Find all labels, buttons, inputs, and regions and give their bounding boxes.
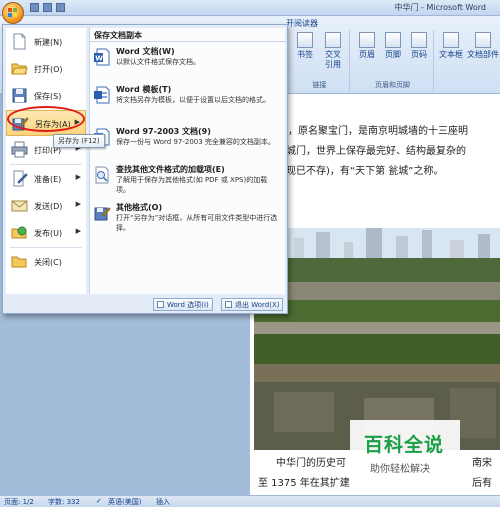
- menu-item-open[interactable]: 打开(O): [6, 56, 86, 82]
- bookmark-icon: [297, 32, 313, 48]
- quick-access-toolbar[interactable]: [30, 3, 65, 12]
- save-icon: [12, 88, 27, 103]
- body-line-3: 门（现已不存)，有“天下第 瓮城”之称。: [266, 166, 444, 177]
- office-button[interactable]: [2, 2, 24, 24]
- ribbon-group-links: 书签 交叉 引用 链接: [290, 30, 350, 92]
- window-title: 中华门 - Microsoft Word: [394, 3, 486, 12]
- cross-reference-button[interactable]: 交叉 引用: [320, 32, 346, 70]
- watermark-baike: 百科全说 助你轻松解决: [350, 420, 460, 482]
- ribbon-group-text: 文本框 文档部件: [436, 30, 500, 92]
- office-menu: 新建(N) 打开(O) 保存(S) 另存为(A) ▶ 打印(P) ▶ 准备(E)…: [2, 24, 288, 314]
- bookmark-button[interactable]: 书签: [292, 32, 318, 60]
- menu-item-prepare[interactable]: 准备(E) ▶: [6, 166, 86, 192]
- word-template-icon: [94, 86, 110, 104]
- office-menu-commands: 新建(N) 打开(O) 保存(S) 另存为(A) ▶ 打印(P) ▶ 准备(E)…: [6, 28, 86, 294]
- status-bar: 页面: 1/2 字数: 332 ✓ 英语(美国) 插入: [0, 495, 500, 507]
- publish-icon: [11, 226, 27, 239]
- exit-icon: [225, 301, 232, 308]
- status-language[interactable]: 英语(美国): [108, 497, 141, 507]
- qat-customize-icon[interactable]: [56, 3, 65, 12]
- qat-save-icon[interactable]: [30, 3, 39, 12]
- save-option-find-addins[interactable]: 查找其他文件格式的加载项(E) 了解用于保存为其他格式(如 PDF 或 XPS)…: [90, 164, 286, 200]
- body-line-2: 大的城门，世界上保存最完好、结构最复杂的: [266, 146, 466, 157]
- ribbon-tab-reader[interactable]: 开阅读器: [286, 18, 318, 29]
- page-number-button[interactable]: 页码: [406, 32, 432, 60]
- watermark-subtitle: 助你轻松解决: [370, 464, 430, 475]
- textbox-button[interactable]: 文本框: [438, 32, 464, 60]
- office-logo-icon: [8, 8, 17, 17]
- menu-separator: [10, 164, 82, 165]
- status-insert-mode[interactable]: 插入: [156, 497, 170, 507]
- save-as-submenu: 保存文档副本 W Word 文档(W) 以默认文件格式保存文档。 Word 模板…: [89, 28, 286, 294]
- textbox-icon: [443, 32, 459, 48]
- menu-item-publish[interactable]: 发布(U) ▶: [6, 220, 86, 246]
- save-option-word-document[interactable]: W Word 文档(W) 以默认文件格式保存文档。: [90, 46, 286, 82]
- header-icon: [359, 32, 375, 48]
- menu-item-new[interactable]: 新建(N): [6, 29, 86, 55]
- save-option-other-formats[interactable]: 其他格式(O) 打开“另存为”对话框，从所有可用文件类型中进行选择。: [90, 202, 286, 240]
- send-icon: [11, 200, 28, 212]
- body-fragment-right-1: 南宋: [472, 458, 492, 469]
- close-document-icon: [11, 256, 27, 268]
- save-as-tooltip: 另存为 (F12): [53, 134, 105, 148]
- body-line-1: 华门，原名聚宝门，是南京明城墙的十三座明: [268, 126, 468, 137]
- cross-reference-icon: [325, 32, 341, 48]
- submenu-arrow-icon: ▶: [75, 227, 81, 235]
- document-parts-icon: [475, 32, 491, 48]
- submenu-arrow-icon: ▶: [75, 200, 81, 208]
- office-menu-footer: Word 选项(I) 退出 Word(X): [89, 296, 285, 312]
- menu-item-close[interactable]: 关闭(C): [6, 249, 86, 275]
- watermark-title: 百科全说: [364, 434, 445, 456]
- document-parts-button[interactable]: 文档部件: [466, 32, 500, 60]
- qat-undo-icon[interactable]: [43, 3, 52, 12]
- svg-text:W: W: [95, 54, 103, 62]
- submenu-heading: 保存文档副本: [90, 28, 286, 42]
- word-document-icon: W: [94, 48, 110, 66]
- addins-search-icon: [95, 166, 109, 184]
- menu-separator: [10, 247, 82, 248]
- options-icon: [157, 301, 164, 308]
- save-option-word-97-2003[interactable]: W Word 97-2003 文档(9) 保存一份与 Word 97-2003 …: [90, 126, 286, 162]
- status-proofing-icon[interactable]: ✓: [96, 497, 102, 505]
- other-formats-icon: [94, 207, 111, 221]
- new-document-icon: [13, 33, 26, 50]
- body-fragment-right-2: 后有: [472, 478, 492, 489]
- body-line-4: 中华门的历史可: [276, 458, 346, 469]
- page-number-icon: [411, 32, 427, 48]
- header-button[interactable]: 页眉: [354, 32, 380, 60]
- exit-word-button[interactable]: 退出 Word(X): [221, 298, 284, 311]
- body-line-5: 至 1375 年在其扩建: [258, 478, 350, 489]
- word-options-button[interactable]: Word 选项(I): [153, 298, 213, 311]
- footer-button[interactable]: 页脚: [380, 32, 406, 60]
- status-word-count[interactable]: 字数: 332: [48, 497, 80, 507]
- document-photo-city-wall[interactable]: [254, 228, 500, 450]
- open-folder-icon: [11, 63, 28, 75]
- footer-icon: [385, 32, 401, 48]
- menu-item-send[interactable]: 发送(D) ▶: [6, 193, 86, 219]
- status-page[interactable]: 页面: 1/2: [4, 497, 34, 507]
- highlight-oval: [7, 106, 85, 132]
- group-label-links: 链接: [312, 81, 327, 89]
- print-icon: [11, 141, 28, 158]
- prepare-icon: [13, 170, 28, 187]
- ribbon-group-header-footer: 页眉 页脚 页码 页眉和页脚: [352, 30, 434, 92]
- title-bar: 中华门 - Microsoft Word: [0, 0, 500, 16]
- group-label-header-footer: 页眉和页脚: [375, 81, 410, 89]
- submenu-arrow-icon: ▶: [75, 173, 81, 181]
- save-option-word-template[interactable]: Word 模板(T) 将文档另存为模板，以便于设置以后文档的格式。: [90, 84, 286, 124]
